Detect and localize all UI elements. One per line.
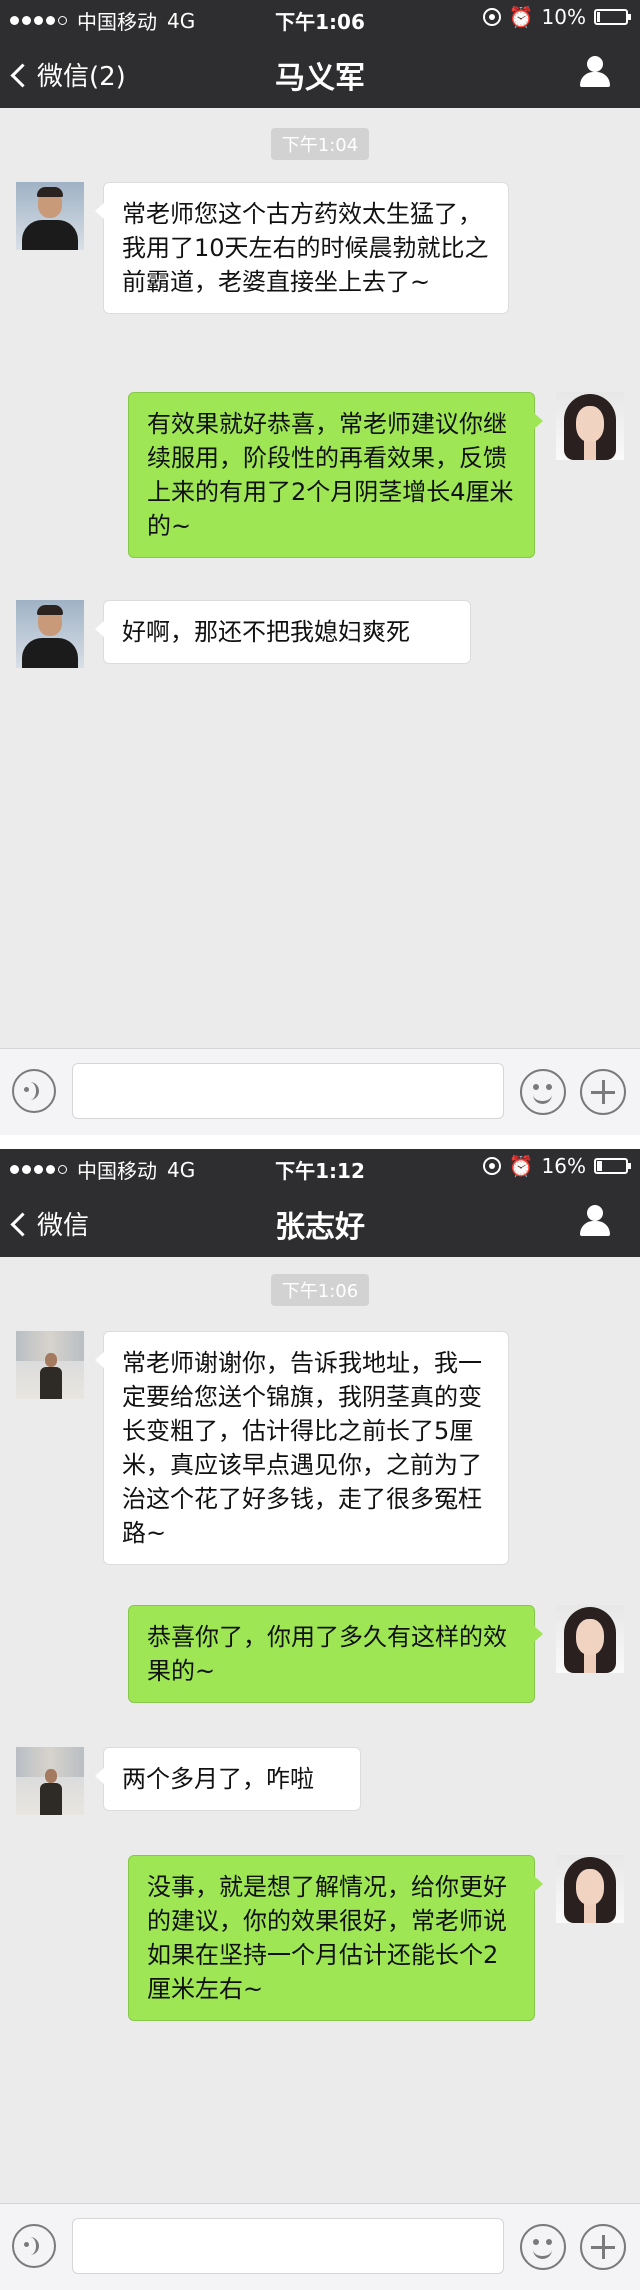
contact-profile-icon[interactable] <box>580 1205 610 1237</box>
chat-title: 马义军 <box>275 61 365 96</box>
my-avatar[interactable] <box>556 392 624 460</box>
orientation-lock-icon <box>482 8 501 26</box>
chat-screen-2: 中国移动 4G 下午1:12 ⏰ 16% 微信 张志好 下午1:06 常老师谢谢… <box>0 1149 640 2290</box>
input-bar <box>0 2203 640 2290</box>
emoji-icon[interactable] <box>520 1069 566 1115</box>
nav-bar: 微信 张志好 <box>0 1185 640 1257</box>
message-bubble-outgoing[interactable]: 有效果就好恭喜，常老师建议你继续服用，阶段性的再看效果，反馈上来的有用了2个月阴… <box>128 392 543 558</box>
message-timestamp: 下午1:06 <box>0 1274 640 1306</box>
battery-icon <box>594 1158 631 1174</box>
contact-avatar[interactable] <box>16 1331 84 1399</box>
plus-icon[interactable] <box>580 2224 626 2270</box>
message-input[interactable] <box>72 1063 504 1119</box>
contact-avatar[interactable] <box>16 1747 84 1815</box>
message-bubble-outgoing[interactable]: 没事，就是想了解情况，给你更好的建议，你的效果很好，常老师说如果在坚持一个月估计… <box>128 1855 543 2021</box>
input-bar <box>0 1048 640 1135</box>
alarm-icon: ⏰ <box>508 1154 534 1178</box>
message-bubble-outgoing[interactable]: 恭喜你了，你用了多久有这样的效果的~ <box>128 1605 543 1703</box>
orientation-lock-icon <box>482 1157 501 1175</box>
message-bubble-incoming[interactable]: 好啊，那还不把我媳妇爽死 <box>95 600 471 664</box>
message-bubble-incoming[interactable]: 常老师谢谢你，告诉我地址，我一定要给您送个锦旗，我阴茎真的变长变粗了，估计得比之… <box>95 1331 509 1565</box>
my-avatar[interactable] <box>556 1605 624 1673</box>
battery-icon <box>594 9 631 25</box>
nav-bar: 微信(2) 马义军 <box>0 36 640 108</box>
contact-avatar[interactable] <box>16 182 84 250</box>
status-bar: 中国移动 4G 下午1:06 ⏰ 10% <box>0 0 640 36</box>
emoji-icon[interactable] <box>520 2224 566 2270</box>
message-timestamp: 下午1:04 <box>0 128 640 160</box>
battery-percent: 10% <box>541 5 586 29</box>
chat-screen-1: 中国移动 4G 下午1:06 ⏰ 10% 微信(2) 马义军 下午1:04 常老… <box>0 0 640 1135</box>
voice-input-icon[interactable] <box>12 2224 56 2268</box>
alarm-icon: ⏰ <box>508 5 534 29</box>
plus-icon[interactable] <box>580 1069 626 1115</box>
status-bar: 中国移动 4G 下午1:12 ⏰ 16% <box>0 1149 640 1185</box>
contact-profile-icon[interactable] <box>580 56 610 88</box>
battery-percent: 16% <box>541 1154 586 1178</box>
message-bubble-incoming[interactable]: 两个多月了，咋啦 <box>95 1747 361 1811</box>
message-bubble-incoming[interactable]: 常老师您这个古方药效太生猛了，我用了10天左右的时候晨勃就比之前霸道，老婆直接坐… <box>95 182 509 314</box>
contact-avatar[interactable] <box>16 600 84 668</box>
chat-title: 张志好 <box>275 1210 365 1245</box>
voice-input-icon[interactable] <box>12 1069 56 1113</box>
message-input[interactable] <box>72 2218 504 2274</box>
my-avatar[interactable] <box>556 1855 624 1923</box>
